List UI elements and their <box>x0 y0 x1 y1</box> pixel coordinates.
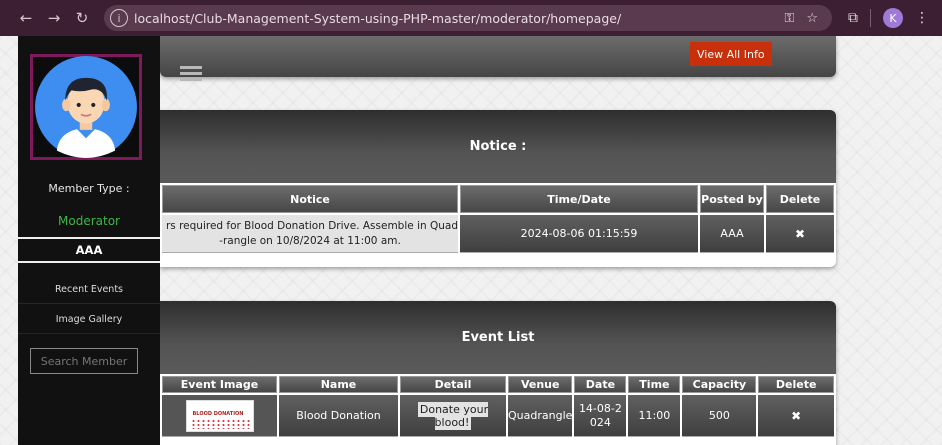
column-header: Posted by <box>700 185 764 213</box>
sidebar-item-image-gallery[interactable]: Image Gallery <box>18 306 160 334</box>
event-panel: Event List Event Image Name Detail Venue… <box>160 301 836 445</box>
role-text: Moderator <box>58 214 120 228</box>
table-row: rs required for Blood Donation Drive. As… <box>162 215 834 253</box>
event-panel-title: Event List <box>160 301 836 374</box>
member-type-label: Member Type : <box>48 182 130 195</box>
column-header: Notice <box>162 185 458 213</box>
sidebar-item-recent-events[interactable]: Recent Events <box>18 276 160 304</box>
notice-text-line: rs required for Blood Donation Drive. As… <box>165 219 458 232</box>
event-venue-cell: Quadrangle <box>508 395 573 437</box>
event-capacity-cell: 500 <box>682 395 757 437</box>
table-header-row: Notice Time/Date Posted by Delete <box>162 185 834 213</box>
view-all-info-button[interactable]: View All Info <box>690 42 772 66</box>
event-detail-cell: Donate your blood! <box>400 395 506 437</box>
event-thumbnail[interactable]: BLOOD DONATION <box>185 399 254 432</box>
column-header: Event Image <box>162 376 277 393</box>
column-header: Delete <box>758 376 834 393</box>
forward-icon[interactable]: → <box>42 6 66 30</box>
site-info-icon[interactable]: i <box>110 9 128 27</box>
event-date-cell: 14-08-2024 <box>574 395 627 437</box>
column-header: Detail <box>400 376 506 393</box>
column-header: Date <box>574 376 627 393</box>
sidebar: Member Type : Moderator AAA Recent Event… <box>18 36 160 445</box>
toolbar-divider <box>870 9 871 27</box>
notice-panel-title: Notice : <box>160 110 836 183</box>
notice-text-line: -rangle on 10/8/2024 at 11:00 am. <box>219 234 401 247</box>
notice-table: Notice Time/Date Posted by Delete rs req… <box>160 183 836 255</box>
password-key-icon[interactable]: ⚿ <box>784 11 794 26</box>
delete-icon[interactable]: ✖ <box>795 227 805 241</box>
extensions-icon[interactable]: ⧉ <box>848 10 858 26</box>
event-table: Event Image Name Detail Venue Date Time … <box>160 374 836 439</box>
time-date-cell: 2024-08-06 01:15:59 <box>460 215 698 253</box>
back-icon[interactable]: ← <box>14 6 38 30</box>
event-time-cell: 11:00 <box>628 395 681 437</box>
table-header-row: Event Image Name Detail Venue Date Time … <box>162 376 834 393</box>
column-header: Time <box>628 376 681 393</box>
event-name-cell: Blood Donation <box>279 395 398 437</box>
event-image-cell: BLOOD DONATION <box>162 395 277 437</box>
browser-toolbar: ← → ↻ i localhost/Club-Management-System… <box>0 0 942 36</box>
hamburger-menu-icon[interactable] <box>180 66 202 82</box>
event-thumbnail-title: BLOOD DONATION <box>192 410 244 417</box>
user-avatar-icon <box>35 56 137 158</box>
nav-buttons: ← → ↻ <box>14 6 94 30</box>
bookmark-star-icon[interactable]: ☆ <box>806 11 818 26</box>
profile-avatar[interactable]: K <box>883 8 903 28</box>
delete-cell: ✖ <box>758 395 834 437</box>
column-header: Venue <box>508 376 573 393</box>
posted-by-cell: AAA <box>700 215 764 253</box>
column-header: Time/Date <box>460 185 698 213</box>
delete-cell: ✖ <box>766 215 834 253</box>
avatar-frame <box>30 54 142 160</box>
event-detail-text: Donate your blood! <box>417 401 489 430</box>
notice-panel: Notice : Notice Time/Date Posted by Dele… <box>160 110 836 267</box>
reload-icon[interactable]: ↻ <box>70 6 94 30</box>
notice-text-cell: rs required for Blood Donation Drive. As… <box>162 215 458 253</box>
address-bar[interactable]: i localhost/Club-Management-System-using… <box>104 5 832 31</box>
url-text[interactable]: localhost/Club-Management-System-using-P… <box>134 11 784 26</box>
column-header: Capacity <box>682 376 757 393</box>
username-box: AAA <box>18 237 160 263</box>
delete-icon[interactable]: ✖ <box>791 409 801 423</box>
table-row: BLOOD DONATION Blood Donation Donate you… <box>162 395 834 437</box>
page-content: View All Info Member Type : Moderator AA… <box>0 36 942 445</box>
top-bar: View All Info <box>160 36 836 81</box>
column-header: Name <box>279 376 398 393</box>
column-header: Delete <box>766 185 834 213</box>
search-member-input[interactable] <box>30 348 138 374</box>
more-menu-icon[interactable]: ⋮ <box>915 10 929 26</box>
